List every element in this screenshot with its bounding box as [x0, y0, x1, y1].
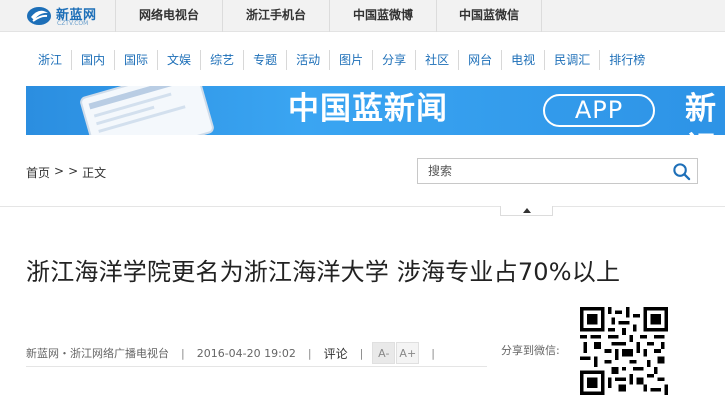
article-title: 浙江海洋学院更名为浙江海洋大学 涉海专业占70%以上	[26, 258, 621, 286]
nav-item-community[interactable]: 社区	[415, 50, 458, 70]
meta-separator: |	[431, 346, 436, 360]
banner-title: 中国蓝新闻	[288, 91, 448, 127]
nav-item-variety[interactable]: 综艺	[200, 50, 243, 70]
header-divider	[0, 206, 725, 207]
top-bar: 新蓝网 CZTV.COM 网络电视台 浙江手机台 中国蓝微博 中国蓝微信	[0, 0, 725, 32]
meta-separator: |	[181, 346, 185, 360]
banner-app-label: APP	[543, 94, 655, 127]
qr-code-icon	[580, 307, 668, 395]
nav-item-entertainment[interactable]: 文娱	[157, 50, 200, 70]
logo-icon	[27, 7, 51, 25]
search-icon[interactable]	[672, 162, 691, 181]
nav-item-tv[interactable]: 电视	[501, 50, 544, 70]
meta-divider	[26, 366, 487, 367]
nav-item-domestic[interactable]: 国内	[71, 50, 114, 70]
nav-item-share[interactable]: 分享	[372, 50, 415, 70]
meta-separator: |	[359, 346, 364, 360]
breadcrumb-current: 正文	[82, 166, 107, 180]
breadcrumb-separator: >	[54, 164, 65, 178]
top-link-wechat[interactable]: 中国蓝微信	[436, 0, 542, 32]
phone-illustration	[78, 86, 216, 135]
breadcrumb-separator: >	[68, 164, 79, 178]
banner-tail-text: 新视	[685, 91, 716, 135]
article-source: 新蓝网・浙江网络广播电视台	[26, 347, 169, 360]
logo-domain: CZTV.COM	[57, 20, 89, 27]
nav-item-international[interactable]: 国际	[114, 50, 157, 70]
top-links: 网络电视台 浙江手机台 中国蓝微博 中国蓝微信	[115, 0, 542, 32]
article-datetime: 2016-04-20 19:02	[196, 346, 296, 360]
top-link-tv[interactable]: 网络电视台	[115, 0, 222, 32]
top-link-mobile[interactable]: 浙江手机台	[222, 0, 329, 32]
comment-link[interactable]: 评论	[324, 345, 348, 362]
breadcrumb-home[interactable]: 首页	[26, 164, 50, 181]
meta-separator: |	[307, 346, 312, 360]
nav-item-zhejiang[interactable]: 浙江	[27, 50, 71, 70]
breadcrumb: 首页 > > 正文	[26, 164, 110, 181]
top-link-weibo[interactable]: 中国蓝微博	[329, 0, 436, 32]
nav-item-ranking[interactable]: 排行榜	[599, 50, 654, 70]
site-logo[interactable]: 新蓝网 CZTV.COM	[26, 3, 106, 29]
article-meta: 新蓝网・浙江网络广播电视台 | 2016-04-20 19:02 | 评论 | …	[26, 342, 447, 364]
app-banner[interactable]: 中国蓝新闻 APP 新视	[26, 86, 725, 135]
search-box	[417, 158, 698, 184]
chevron-up-icon[interactable]	[500, 206, 553, 216]
nav-item-pictures[interactable]: 图片	[329, 50, 372, 70]
share-wechat-label: 分享到微信:	[501, 344, 560, 357]
search-input[interactable]	[418, 159, 668, 183]
nav-item-network[interactable]: 网台	[458, 50, 501, 70]
nav-item-poll[interactable]: 民调汇	[544, 50, 599, 70]
nav-item-events[interactable]: 活动	[286, 50, 329, 70]
font-larger-button[interactable]: A+	[396, 342, 420, 364]
font-smaller-button[interactable]: A-	[372, 342, 396, 364]
main-nav: 浙江 国内 国际 文娱 综艺 专题 活动 图片 分享 社区 网台 电视 民调汇 …	[27, 50, 654, 70]
nav-item-topics[interactable]: 专题	[243, 50, 286, 70]
